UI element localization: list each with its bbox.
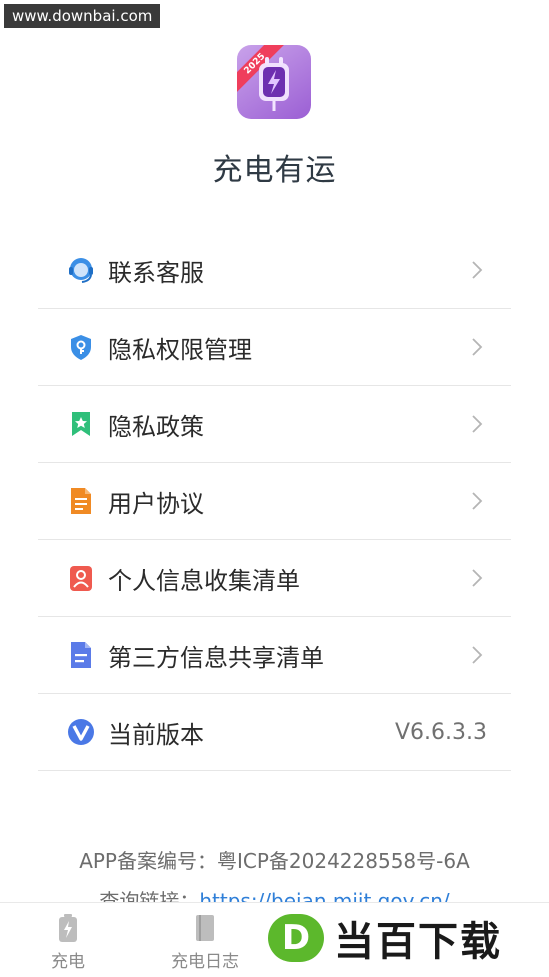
menu-item-personal-info-list[interactable]: 个人信息收集清单 xyxy=(38,540,511,617)
app-name: 充电有运 xyxy=(212,153,337,188)
battery-icon xyxy=(59,914,77,942)
chevron-right-icon xyxy=(472,415,483,433)
menu-item-current-version[interactable]: 当前版本 V6.6.3.3 xyxy=(38,694,511,771)
query-label: 查询链接： xyxy=(99,889,200,903)
app-logo-icon: 2025 xyxy=(237,45,311,119)
tab-label: 充电日志 xyxy=(171,952,239,972)
menu-item-privacy-policy[interactable]: 隐私政策 xyxy=(38,386,511,463)
chevron-right-icon xyxy=(472,338,483,356)
menu-label: 第三方信息共享清单 xyxy=(108,643,324,672)
shield-key-icon xyxy=(66,332,96,362)
menu-item-contact-service[interactable]: 联系客服 xyxy=(38,232,511,309)
menu-item-user-agreement[interactable]: 用户协议 xyxy=(38,463,511,540)
menu-label: 隐私政策 xyxy=(108,412,204,441)
v-logo-icon xyxy=(66,717,96,747)
query-link-row: 查询链接：https://beian.miit.gov.cn/ xyxy=(0,885,549,903)
watermark: www.downbai.com xyxy=(4,4,161,28)
brand-badge-icon: D xyxy=(268,914,324,962)
menu-label: 隐私权限管理 xyxy=(108,335,252,364)
chevron-right-icon xyxy=(472,261,483,279)
log-book-icon xyxy=(196,915,214,941)
bookmark-star-icon xyxy=(66,409,96,439)
menu-item-third-party-sharing[interactable]: 第三方信息共享清单 xyxy=(38,617,511,694)
tab-charge[interactable]: 充电 xyxy=(18,909,118,972)
brand-overlay-logo: D 当百下载 xyxy=(268,910,546,966)
query-link[interactable]: https://beian.miit.gov.cn/ xyxy=(199,889,449,903)
tab-label: 充电 xyxy=(51,952,85,972)
brand-letter: D xyxy=(281,918,311,958)
list-document-icon xyxy=(66,640,96,670)
menu-label: 用户协议 xyxy=(108,489,204,518)
tab-charge-log[interactable]: 充电日志 xyxy=(155,909,255,972)
settings-menu: 联系客服 隐私权限管理 隐私政策 用户协议 个人信息收集清单 第三方信息共享清单… xyxy=(38,232,511,771)
chevron-right-icon xyxy=(472,646,483,664)
menu-item-privacy-permissions[interactable]: 隐私权限管理 xyxy=(38,309,511,386)
brand-text: 当百下载 xyxy=(334,919,502,965)
chevron-right-icon xyxy=(472,492,483,510)
menu-label: 当前版本 xyxy=(108,720,204,749)
menu-label: 个人信息收集清单 xyxy=(108,566,300,595)
document-icon xyxy=(66,486,96,516)
menu-label: 联系客服 xyxy=(108,258,204,287)
chevron-right-icon xyxy=(472,569,483,587)
headset-icon xyxy=(66,255,96,285)
icp-record: APP备案编号：粤ICP备2024228558号-6A xyxy=(79,849,470,873)
version-value: V6.6.3.3 xyxy=(394,719,487,745)
person-card-icon xyxy=(66,563,96,593)
